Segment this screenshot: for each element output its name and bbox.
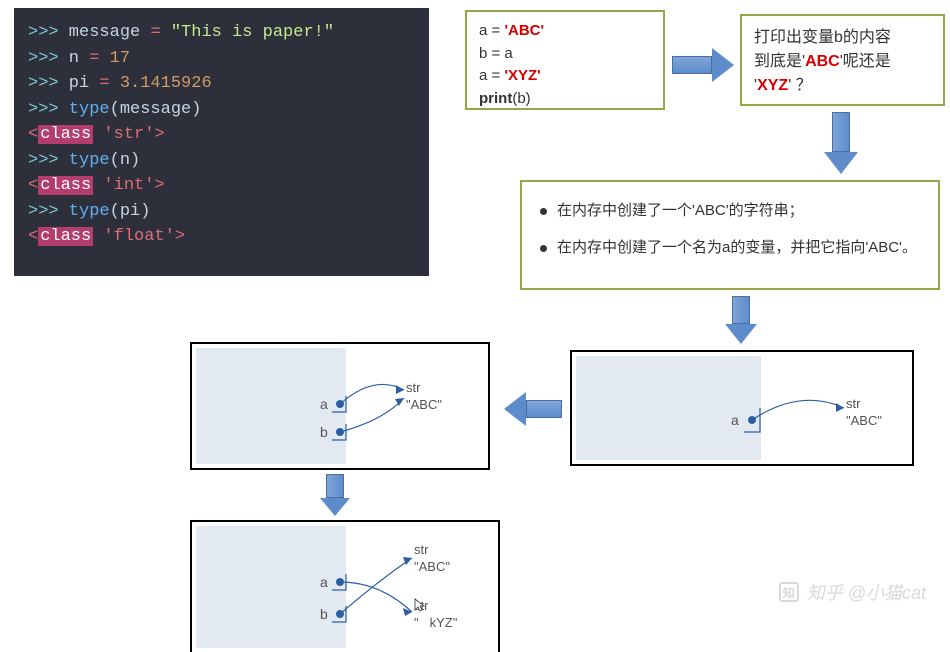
arrow-left-icon bbox=[504, 392, 562, 426]
arrow-down-icon bbox=[824, 112, 858, 174]
memory-diagram-3: a b str"ABC" str " kYZ" bbox=[190, 520, 500, 652]
python-terminal: >>> message = "This is paper!" >>> n = 1… bbox=[14, 8, 429, 276]
arrow-down-icon bbox=[320, 474, 350, 516]
watermark: 知 知乎 @小猫cat bbox=[779, 579, 926, 605]
cursor-icon bbox=[419, 616, 430, 630]
arrow-right-icon bbox=[672, 48, 734, 82]
memory-diagram-2: a b str"ABC" bbox=[190, 342, 490, 470]
memory-diagram-1: a str"ABC" bbox=[570, 350, 914, 466]
question-box: 打印出变量b的内容 到底是'ABC'呢还是 'XYZ' ？ bbox=[740, 14, 945, 106]
snippet-box: a = 'ABC' b = a a = 'XYZ' print(b) bbox=[465, 10, 665, 110]
zhihu-icon: 知 bbox=[779, 582, 799, 602]
arrow-down-icon bbox=[725, 296, 757, 344]
explanation-box: 在内存中创建了一个'ABC'的字符串； 在内存中创建了一个名为a的变量，并把它指… bbox=[520, 180, 940, 290]
